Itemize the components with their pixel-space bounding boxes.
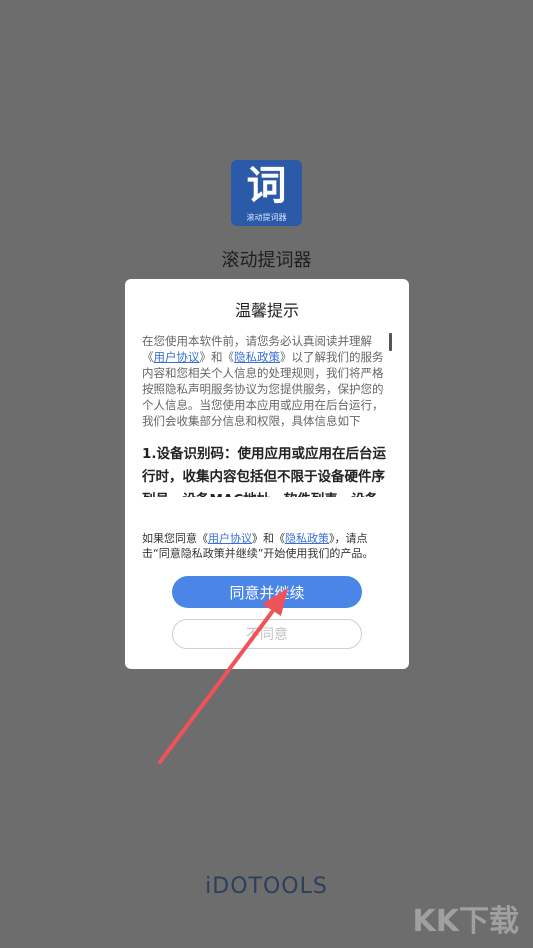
consent-privacy-policy-link[interactable]: 隐私政策 (285, 532, 329, 545)
scrollbar[interactable] (389, 333, 392, 351)
dialog-title: 温馨提示 (234, 301, 299, 320)
policy-intro-text-1: 在您使用本软件前，请您务必认真阅读并理解 (142, 334, 372, 348)
consent-text-1: 如果您同意 (142, 532, 197, 545)
app-logo: 词 滚动提词器 (231, 160, 302, 226)
privacy-dialog: 温馨提示 在您使用本软件前，请您务必认真阅读并理解《用户协议》和《隐私政策》以了… (125, 279, 409, 669)
disagree-button[interactable]: 不同意 (172, 619, 362, 649)
policy-text-scroll[interactable]: 在您使用本软件前，请您务必认真阅读并理解《用户协议》和《隐私政策》以了解我们的服… (142, 333, 392, 497)
app-logo-caption: 滚动提词器 (246, 213, 287, 222)
policy-intro-and: 和 (211, 350, 223, 364)
privacy-policy-link[interactable]: 隐私政策 (234, 350, 280, 364)
watermark: KK下载 (412, 904, 520, 939)
policy-intro: 在您使用本软件前，请您务必认真阅读并理解《用户协议》和《隐私政策》以了解我们的服… (142, 333, 392, 429)
consent-and: 和 (263, 532, 274, 545)
app-logo-glyph: 词 (246, 163, 287, 209)
agree-button[interactable]: 同意并继续 (172, 576, 362, 608)
app-name: 滚动提词器 (221, 250, 312, 271)
bracket-close-1: 》 (199, 350, 212, 364)
bracket-open-1: 《 (142, 350, 154, 364)
bracket-close-2: 》 (280, 350, 292, 364)
bracket-open-2: 《 (222, 350, 235, 364)
consent-note: 如果您同意《用户协议》和《隐私政策》，请点击“同意隐私政策并继续”开始使用我们的… (142, 532, 374, 560)
consent-user-agreement-link[interactable]: 用户协议 (208, 532, 252, 545)
policy-section-1: 1.设备识别码：使用应用或应用在后台运行时，收集内容包括但不限于设备硬件序列号、… (142, 446, 387, 497)
user-agreement-link[interactable]: 用户协议 (154, 350, 200, 364)
